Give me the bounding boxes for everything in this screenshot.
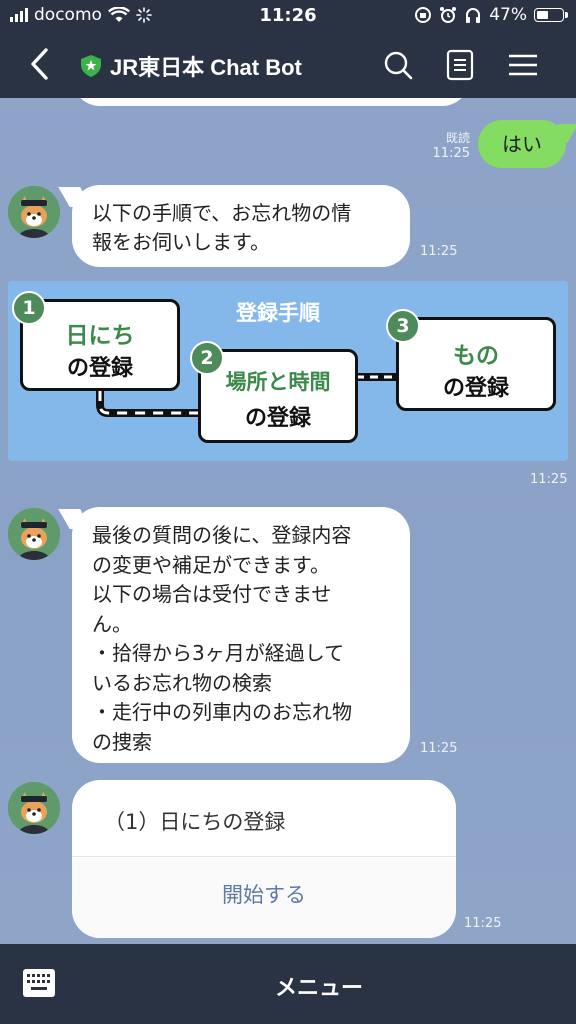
dog-mascot-icon bbox=[8, 782, 60, 834]
notice-line-7: ・走行中の列車内のお忘れ物 bbox=[92, 700, 352, 724]
step-2-line-2: の登録 bbox=[244, 406, 311, 431]
step-3-line-2: の登録 bbox=[442, 376, 509, 401]
nav-bar: JR東日本 Chat Bot bbox=[0, 32, 576, 98]
battery-percent: 47% bbox=[489, 5, 527, 25]
notice-line-4: ん。 bbox=[92, 611, 132, 636]
notice-line-1: 最後の質問の後に、登録内容 bbox=[92, 523, 352, 547]
step-3-box: もの の登録 bbox=[396, 317, 556, 411]
search-icon[interactable] bbox=[381, 48, 415, 82]
step-3-line-1: もの bbox=[453, 343, 499, 369]
back-icon[interactable] bbox=[24, 44, 58, 84]
notice-line-8: の捜索 bbox=[92, 729, 152, 754]
chat-area[interactable]: はい 既読 11:25 はい 以下の手順で、お忘れ物の情 報をお伺いします。 1… bbox=[0, 98, 576, 944]
previous-bubble: はい bbox=[72, 98, 470, 106]
home-indicator bbox=[210, 1010, 366, 1015]
date-registration-card: （1）日にちの登録 開始する bbox=[72, 780, 456, 938]
shield-icon bbox=[81, 55, 101, 77]
user-message-bubble: はい bbox=[478, 120, 566, 168]
headphones-icon bbox=[466, 8, 481, 23]
step-1-number: 1 bbox=[12, 291, 46, 325]
start-button[interactable]: 開始する bbox=[72, 858, 456, 938]
step-2-line-1: 場所と時間 bbox=[225, 370, 331, 394]
registration-steps-banner[interactable]: 登録手順 日にち の登録 1 場所と時間 の登録 2 もの の登録 3 bbox=[8, 281, 568, 461]
bot-message-intro: 以下の手順で、お忘れ物の情 報をお伺いします。 bbox=[72, 185, 410, 267]
notice-line-3: 以下の場合は受付できませ bbox=[92, 582, 332, 606]
step-1-line-1: 日にち bbox=[65, 323, 135, 349]
status-bar: docomo 11:26 47% bbox=[0, 0, 576, 32]
notes-icon[interactable] bbox=[443, 48, 477, 82]
notice-line-5: ・拾得から3ヶ月が経過して bbox=[92, 641, 345, 665]
chat-title-text: JR東日本 Chat Bot bbox=[110, 55, 302, 80]
chat-title: JR東日本 Chat Bot bbox=[80, 50, 302, 82]
card-title: （1）日にちの登録 bbox=[104, 810, 286, 834]
banner-time: 11:25 bbox=[530, 472, 568, 487]
intro-line-1: 以下の手順で、お忘れ物の情 bbox=[92, 201, 352, 225]
bottom-bar: メニュー bbox=[0, 944, 576, 1024]
bot-avatar[interactable] bbox=[8, 508, 60, 560]
card-divider bbox=[72, 856, 456, 857]
intro-line-2: 報をお伺いします。 bbox=[92, 230, 270, 254]
user-message-text: はい bbox=[502, 132, 542, 156]
intro-time: 11:25 bbox=[420, 244, 458, 259]
status-right: 47% bbox=[414, 5, 568, 25]
read-receipt: 既読 11:25 bbox=[420, 130, 470, 162]
previous-bubble-text: はい bbox=[348, 98, 388, 99]
alarm-icon bbox=[440, 7, 457, 23]
user-reply-time: 11:25 bbox=[432, 146, 470, 161]
notice-line-2: の変更や補足ができます。 bbox=[92, 552, 330, 577]
bot-message-notice: 最後の質問の後に、登録内容 の変更や補足ができます。 以下の場合は受付できませ … bbox=[72, 507, 410, 763]
bot-avatar[interactable] bbox=[8, 186, 60, 238]
step-2-number: 2 bbox=[190, 341, 224, 375]
notice-time: 11:25 bbox=[420, 741, 458, 756]
menu-button[interactable]: メニュー bbox=[0, 970, 576, 1002]
rotation-lock-icon bbox=[415, 7, 432, 23]
dog-mascot-icon bbox=[8, 186, 60, 238]
bot-avatar[interactable] bbox=[8, 782, 60, 834]
battery-icon bbox=[534, 8, 568, 22]
step-1-line-2: の登録 bbox=[66, 356, 133, 381]
step-3-number: 3 bbox=[386, 309, 420, 343]
read-label: 既読 bbox=[445, 131, 470, 145]
menu-icon[interactable] bbox=[506, 48, 540, 82]
header: docomo 11:26 47% JR東日本 Chat Bot bbox=[0, 0, 576, 98]
dog-mascot-icon bbox=[8, 508, 60, 560]
notice-line-6: いるお忘れ物の検索 bbox=[92, 670, 272, 695]
card-time: 11:25 bbox=[464, 916, 502, 931]
